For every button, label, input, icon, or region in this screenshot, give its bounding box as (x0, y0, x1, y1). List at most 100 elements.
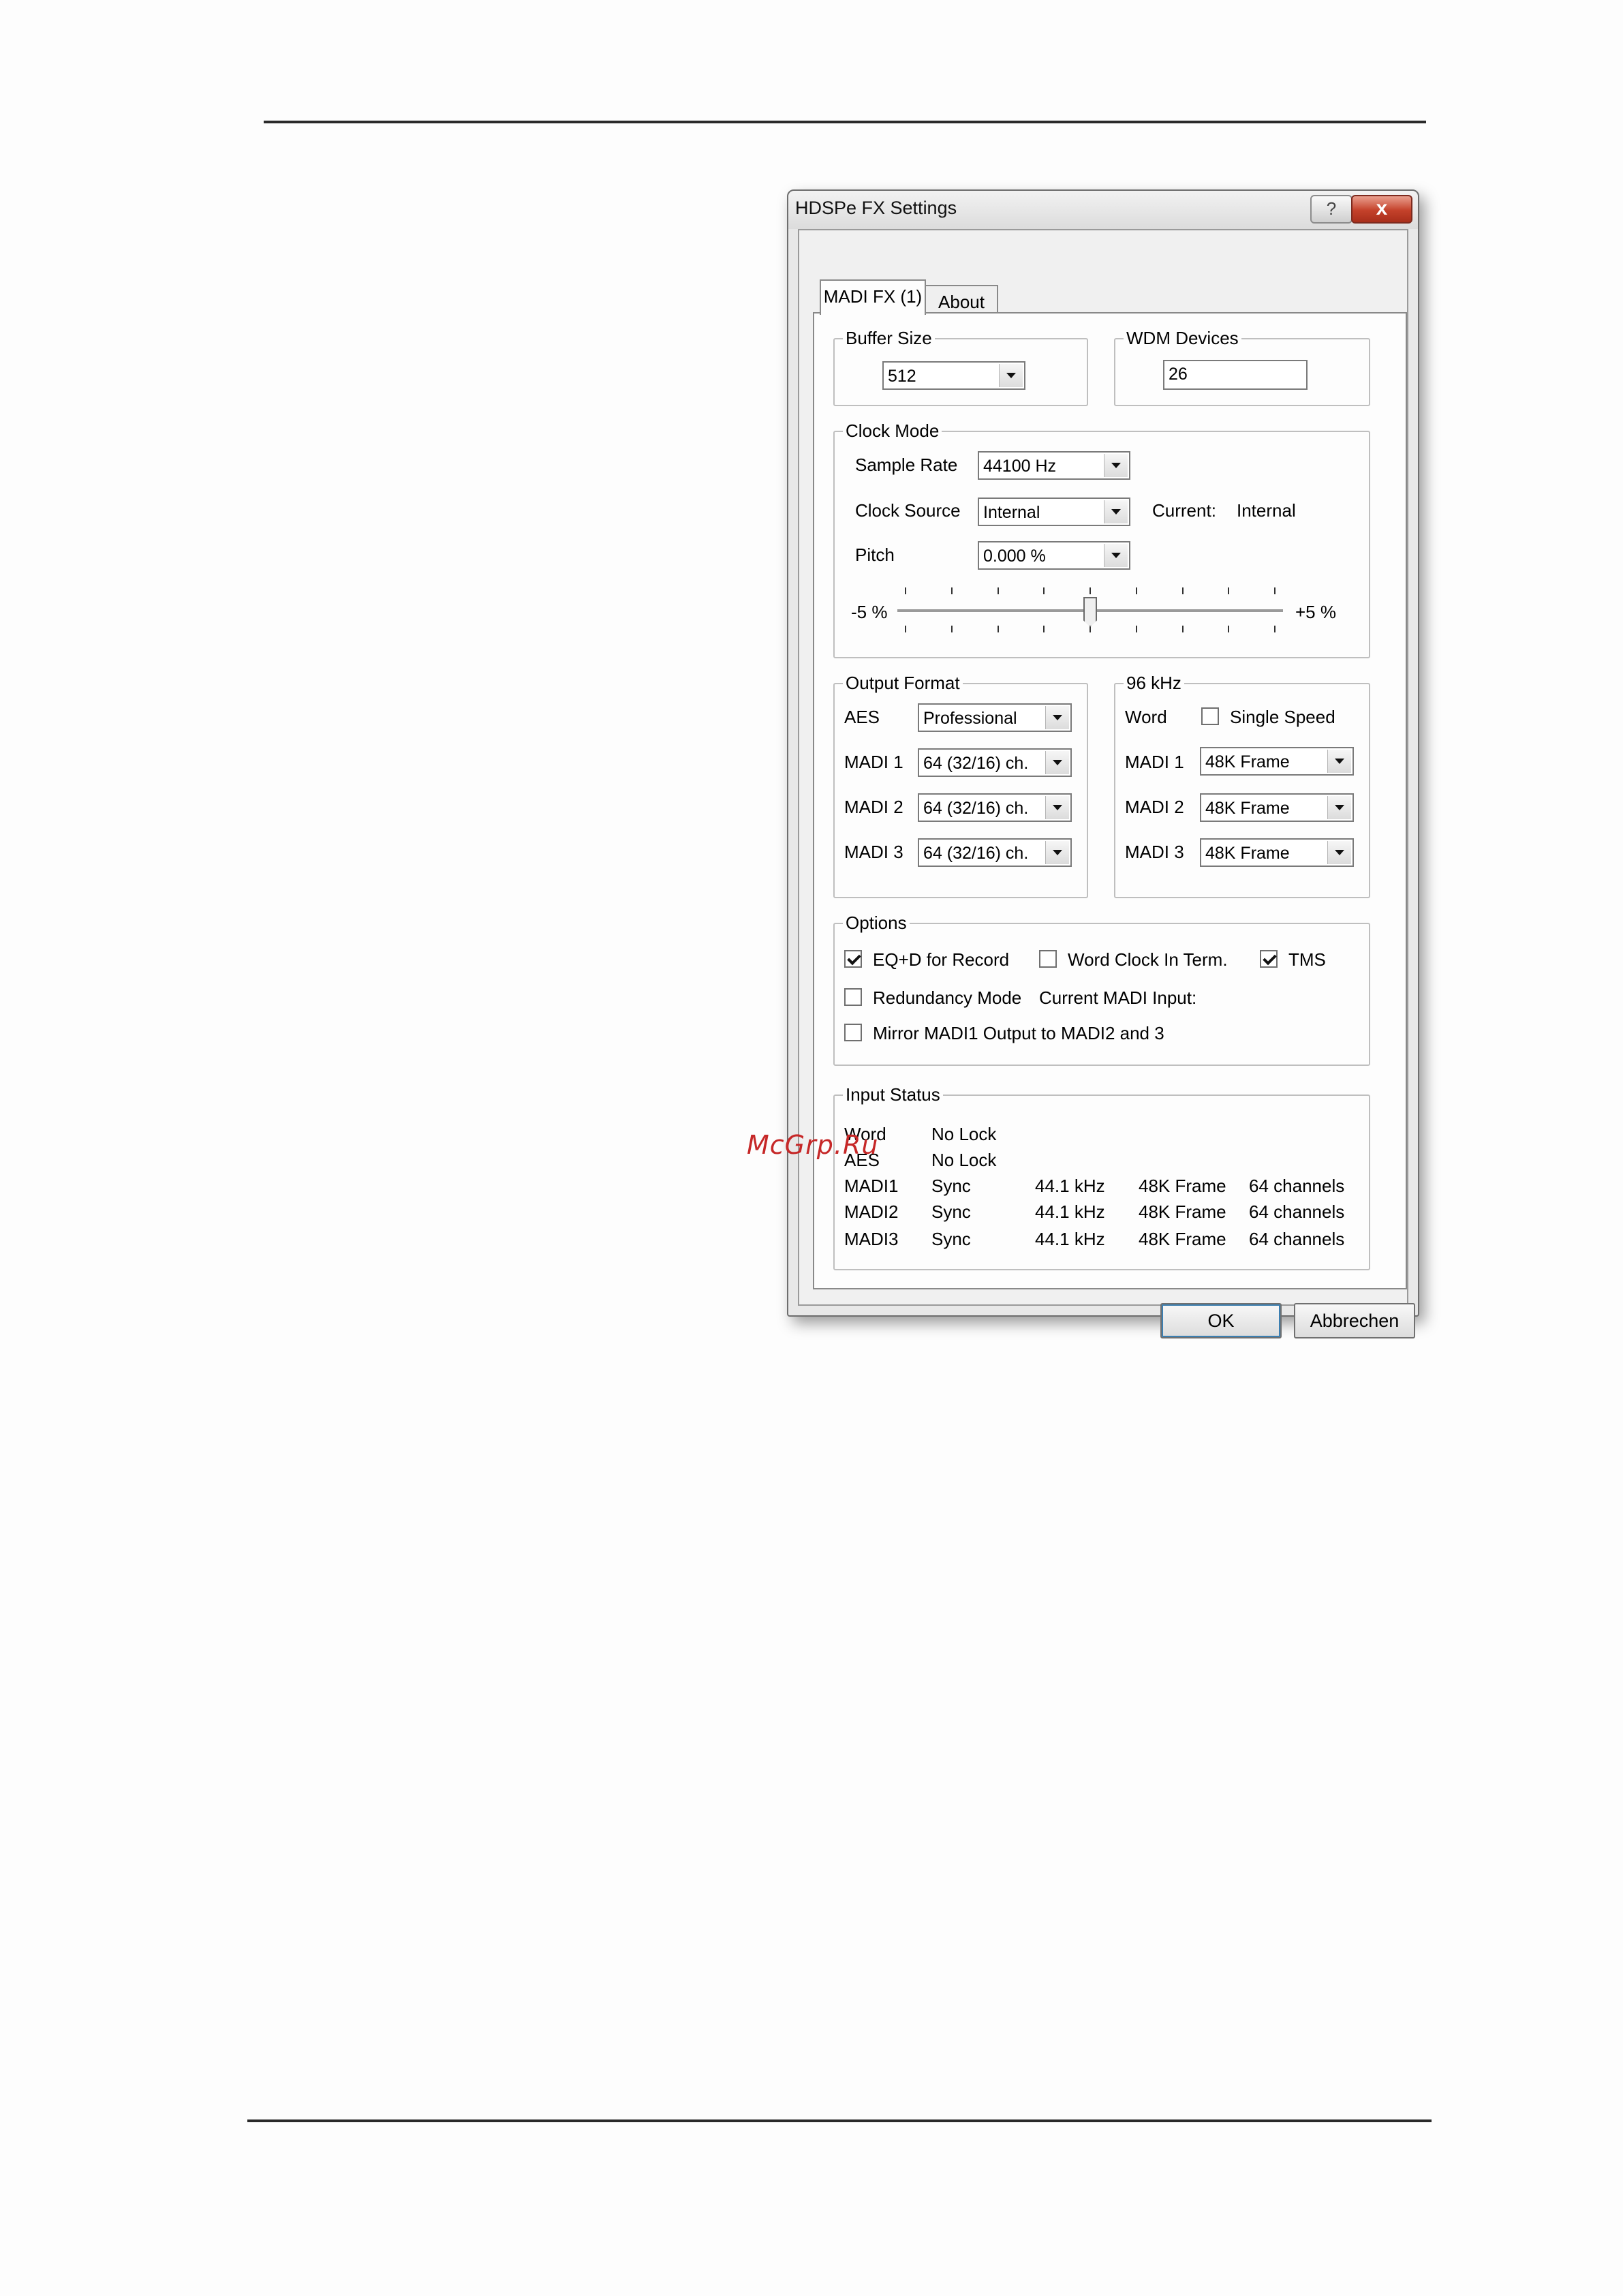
status-state: No Lock (931, 1150, 997, 1170)
pitch-select[interactable]: 0.000 % (978, 541, 1130, 570)
single-speed-checkbox[interactable] (1201, 707, 1219, 725)
khz96-madi2-label: MADI 2 (1125, 797, 1184, 817)
output-madi1-select[interactable]: 64 (32/16) ch. (918, 748, 1072, 777)
pitch-label: Pitch (855, 545, 895, 565)
clock-source-value: Internal (983, 503, 1040, 522)
cancel-button[interactable]: Abbrechen (1294, 1303, 1415, 1338)
output-aes-value: Professional (923, 709, 1017, 728)
buffer-size-select[interactable]: 512 (882, 361, 1025, 390)
tms-checkbox[interactable] (1260, 950, 1278, 968)
tab-about[interactable]: About (925, 285, 998, 315)
output-madi3-select[interactable]: 64 (32/16) ch. (918, 838, 1072, 867)
output-madi2-label: MADI 2 (844, 797, 903, 817)
khz96-madi3-label: MADI 3 (1125, 842, 1184, 862)
chevron-down-icon (999, 364, 1023, 387)
clock-mode-group: Clock Mode Sample Rate 44100 Hz Clock So… (833, 420, 1370, 658)
status-name: MADI1 (844, 1176, 899, 1196)
output-aes-select[interactable]: Professional (918, 703, 1072, 732)
slider-tick (1228, 626, 1230, 632)
chevron-down-icon (1104, 454, 1128, 477)
output-madi2-select[interactable]: 64 (32/16) ch. (918, 793, 1072, 822)
clock-source-select[interactable]: Internal (978, 498, 1130, 526)
sample-rate-select[interactable]: 44100 Hz (978, 451, 1130, 480)
clock-source-label: Clock Source (855, 500, 961, 521)
output-madi3-value: 64 (32/16) ch. (923, 844, 1029, 863)
watermark: McGrp.Ru (747, 1130, 879, 1160)
options-group: Options EQ+D for Record Word Clock In Te… (833, 913, 1370, 1066)
chevron-down-icon (1045, 841, 1069, 864)
word-clock-term-checkbox[interactable] (1039, 950, 1057, 968)
close-button[interactable]: x (1351, 195, 1412, 224)
status-channels: 64 channels (1249, 1229, 1345, 1249)
settings-dialog: HDSPe FX Settings ? x MADI FX (1) About … (787, 189, 1419, 1338)
chevron-down-icon (1045, 751, 1069, 774)
khz96-madi3-value: 48K Frame (1205, 844, 1290, 863)
output-madi1-value: 64 (32/16) ch. (923, 754, 1029, 773)
mirror-madi-label[interactable]: Mirror MADI1 Output to MADI2 and 3 (873, 1022, 1164, 1044)
slider-tick (1274, 626, 1276, 632)
khz96-word-label: Word (1125, 707, 1167, 727)
status-name: MADI2 (844, 1201, 899, 1222)
slider-tick (1043, 587, 1045, 594)
pitch-value: 0.000 % (983, 547, 1046, 566)
input-status-group: Input Status Word No Lock AES No Lock MA… (833, 1084, 1370, 1270)
mirror-madi-checkbox[interactable] (844, 1024, 862, 1041)
output-aes-label: AES (844, 707, 880, 727)
chevron-down-icon (1327, 796, 1351, 819)
slider-tick (1274, 587, 1276, 594)
khz96-madi1-select[interactable]: 48K Frame (1200, 747, 1354, 776)
page-top-rule (264, 121, 1426, 123)
slider-tick (905, 626, 906, 632)
redundancy-mode-label[interactable]: Redundancy Mode (873, 987, 1021, 1009)
khz96-madi2-value: 48K Frame (1205, 799, 1290, 818)
khz96-group: 96 kHz Word Single Speed MADI 1 48K Fram… (1114, 673, 1370, 898)
redundancy-mode-checkbox[interactable] (844, 988, 862, 1006)
ok-button[interactable]: OK (1160, 1303, 1282, 1338)
chevron-down-icon (1327, 841, 1351, 864)
chevron-down-icon (1327, 750, 1351, 773)
tab-madi-fx[interactable]: MADI FX (1) (820, 279, 926, 315)
pitch-slider[interactable] (897, 583, 1283, 639)
tms-label[interactable]: TMS (1288, 949, 1326, 970)
khz96-madi3-select[interactable]: 48K Frame (1200, 838, 1354, 867)
chevron-down-icon (1045, 706, 1069, 729)
dialog-client-area: MADI FX (1) About Buffer Size 512 WDM De… (798, 229, 1415, 1338)
output-madi1-label: MADI 1 (844, 752, 903, 772)
status-name: MADI3 (844, 1229, 899, 1249)
eqd-record-checkbox[interactable] (844, 950, 862, 968)
khz96-label: 96 kHz (1124, 673, 1184, 693)
status-state: Sync (931, 1229, 971, 1249)
output-madi3-label: MADI 3 (844, 842, 903, 862)
status-state: Sync (931, 1201, 971, 1222)
slider-thumb[interactable] (1083, 597, 1097, 627)
output-format-label: Output Format (843, 673, 963, 693)
slider-tick (1043, 626, 1045, 632)
khz96-madi2-select[interactable]: 48K Frame (1200, 793, 1354, 822)
pitch-min-label: -5 % (851, 602, 888, 622)
chevron-down-icon (1104, 500, 1128, 523)
khz96-madi1-label: MADI 1 (1125, 752, 1184, 772)
dialog-title: HDSPe FX Settings (795, 198, 957, 218)
single-speed-label[interactable]: Single Speed (1230, 706, 1335, 728)
slider-tick (997, 587, 999, 594)
status-frequency: 44.1 kHz (1035, 1201, 1105, 1222)
slider-tick (950, 626, 953, 632)
buffer-size-label: Buffer Size (843, 328, 935, 348)
slider-tick (1181, 626, 1184, 632)
help-button[interactable]: ? (1310, 195, 1352, 224)
title-bar[interactable]: HDSPe FX Settings ? x (788, 191, 1418, 229)
buffer-size-group: Buffer Size 512 (833, 328, 1088, 406)
word-clock-term-label[interactable]: Word Clock In Term. (1068, 949, 1228, 970)
status-frequency: 44.1 kHz (1035, 1229, 1105, 1249)
output-format-group: Output Format AES Professional MADI 1 64… (833, 673, 1088, 898)
chevron-down-icon (1045, 796, 1069, 819)
wdm-devices-field[interactable]: 26 (1163, 360, 1308, 390)
slider-tick (1135, 626, 1137, 632)
slider-tick (1089, 587, 1091, 594)
page-bottom-rule (247, 2119, 1432, 2122)
tab-panel: Buffer Size 512 WDM Devices 26 Clock Mod… (813, 312, 1407, 1289)
eqd-record-label[interactable]: EQ+D for Record (873, 949, 1009, 970)
slider-tick (997, 626, 999, 632)
slider-tick (1228, 587, 1230, 594)
status-channels: 64 channels (1249, 1176, 1345, 1196)
